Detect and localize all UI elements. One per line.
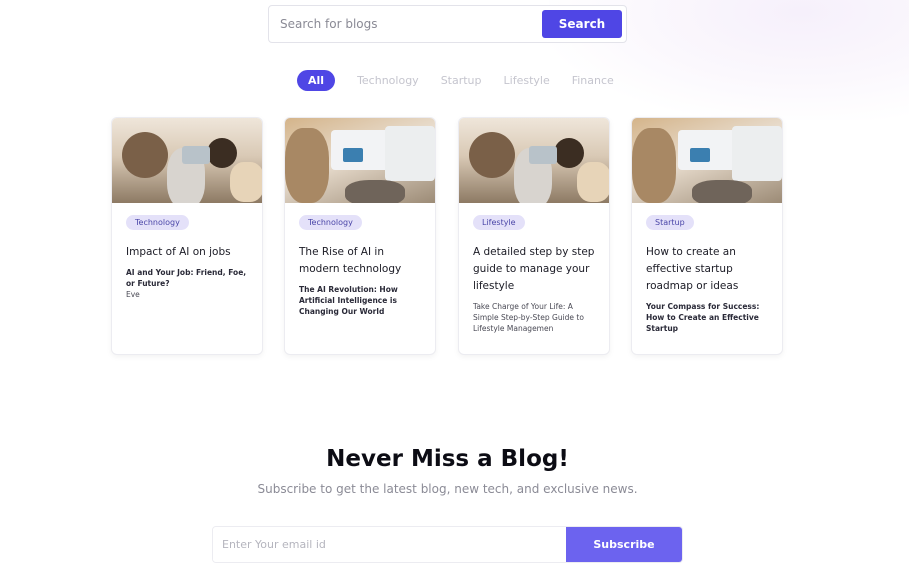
category-badge: Lifestyle [473,215,525,230]
filter-technology[interactable]: Technology [357,74,419,87]
blog-card-title: The Rise of AI in modern technology [299,246,402,275]
category-badge: Startup [646,215,694,230]
filter-finance[interactable]: Finance [572,74,614,87]
blog-card-title: A detailed step by step guide to manage … [473,246,595,292]
category-filters: All Technology Startup Lifestyle Finance [297,69,636,91]
search-bar: Search [268,5,627,43]
blog-card-subtitle: Take Charge of Your Life: A Simple Step-… [473,302,584,333]
blog-card-author: Eve [126,290,140,299]
blog-card-image [632,118,782,203]
blog-card-subtitle: AI and Your Job: Friend, Foe, or Future? [126,268,247,288]
blog-card-subtitle: Your Compass for Success: How to Create … [646,302,760,333]
blog-card-title: How to create an effective startup roadm… [646,246,739,292]
newsletter-subtitle: Subscribe to get the latest blog, new te… [257,482,638,496]
blog-card-title: Impact of AI on jobs [126,246,231,258]
filter-startup[interactable]: Startup [441,74,482,87]
blog-card[interactable]: Lifestyle A detailed step by step guide … [458,117,610,355]
filter-lifestyle[interactable]: Lifestyle [504,74,550,87]
blog-card-image [285,118,435,203]
search-button[interactable]: Search [542,10,622,38]
blog-card-subtitle: The AI Revolution: How Artificial Intell… [299,285,398,316]
blog-card[interactable]: Startup How to create an effective start… [631,117,783,355]
newsletter-title: Never Miss a Blog! [326,446,569,472]
category-badge: Technology [126,215,189,230]
subscribe-button[interactable]: Subscribe [566,527,682,562]
subscribe-form: Subscribe [212,526,683,563]
blog-card[interactable]: Technology The Rise of AI in modern tech… [284,117,436,355]
filter-all[interactable]: All [297,69,336,91]
search-input[interactable] [280,17,542,31]
blog-card-image [112,118,262,203]
blog-card-image [459,118,609,203]
category-badge: Technology [299,215,362,230]
blog-card[interactable]: Technology Impact of AI on jobs AI and Y… [111,117,263,355]
email-input[interactable] [213,527,566,562]
